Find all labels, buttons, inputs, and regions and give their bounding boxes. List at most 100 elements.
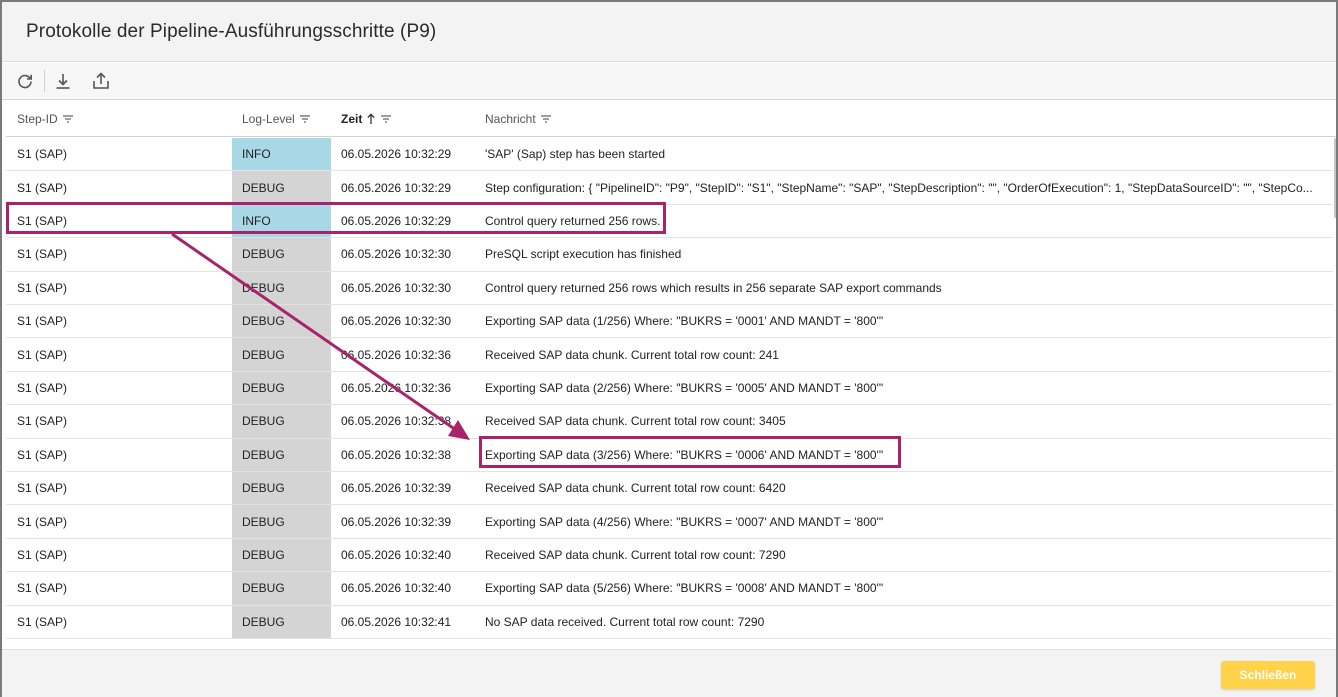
column-label-message: Nachricht bbox=[485, 112, 536, 126]
cell-message: Control query returned 256 rows which re… bbox=[485, 280, 942, 295]
table-row[interactable]: S1 (SAP) INFO 06.05.2026 10:32:29 'SAP' (Sa… bbox=[6, 138, 1333, 172]
download-icon bbox=[56, 74, 70, 89]
download-button[interactable] bbox=[48, 67, 78, 95]
cell-message: Exporting SAP data (4/256) Where: "BUKRS… bbox=[485, 514, 884, 529]
toolbar bbox=[2, 63, 1336, 100]
log-table: Step-ID Log-Level Zeit Nachricht S1 (SAP… bbox=[6, 101, 1336, 649]
cell-message: 'SAP' (Sap) step has been started bbox=[485, 147, 666, 162]
cell-log-level: INFO bbox=[232, 204, 331, 238]
cell-log-level: DEBUG bbox=[232, 505, 331, 538]
cell-time: 06.05.2026 10:32:40 bbox=[341, 547, 452, 562]
cell-message: PreSQL script execution has finished bbox=[485, 247, 682, 262]
cell-log-level: INFO bbox=[232, 138, 331, 171]
table-row[interactable]: S1 (SAP) DEBUG 06.05.2026 10:32:40 Exportin… bbox=[6, 572, 1333, 606]
cell-step-id: S1 (SAP) bbox=[17, 547, 68, 562]
cell-log-level: DEBUG bbox=[232, 572, 331, 605]
cell-message: Received SAP data chunk. Current total r… bbox=[485, 414, 786, 429]
table-row[interactable]: S1 (SAP) DEBUG 06.05.2026 10:32:30 Exportin… bbox=[6, 305, 1333, 339]
filter-icon[interactable] bbox=[299, 114, 311, 124]
cell-message: Step configuration: { "PipelineID": "P9"… bbox=[485, 180, 1313, 195]
cell-time: 06.05.2026 10:32:30 bbox=[341, 247, 452, 262]
column-header-time[interactable]: Zeit bbox=[341, 101, 392, 137]
filter-icon[interactable] bbox=[540, 114, 552, 124]
cell-log-level: DEBUG bbox=[232, 171, 331, 204]
table-row[interactable]: S1 (SAP) DEBUG 06.05.2026 10:32:30 PreSQL s… bbox=[6, 238, 1333, 272]
cell-log-level: DEBUG bbox=[232, 238, 331, 271]
export-icon bbox=[93, 72, 109, 89]
cell-step-id: S1 (SAP) bbox=[17, 280, 68, 295]
cell-step-id: S1 (SAP) bbox=[17, 447, 68, 462]
table-row[interactable]: S1 (SAP) DEBUG 06.05.2026 10:32:41 No SAP d… bbox=[6, 605, 1333, 639]
cell-log-level: DEBUG bbox=[232, 438, 331, 471]
table-row[interactable]: S1 (SAP) DEBUG 06.05.2026 10:32:29 Step con… bbox=[6, 171, 1333, 205]
cell-message: Received SAP data chunk. Current total r… bbox=[485, 347, 779, 362]
cell-time: 06.05.2026 10:32:36 bbox=[341, 380, 452, 395]
cell-step-id: S1 (SAP) bbox=[17, 414, 68, 429]
table-row[interactable]: S1 (SAP) INFO 06.05.2026 10:32:29 Control q… bbox=[6, 204, 1333, 239]
table-row[interactable]: S1 (SAP) DEBUG 06.05.2026 10:32:38 Received… bbox=[6, 405, 1333, 439]
cell-step-id: S1 (SAP) bbox=[17, 213, 68, 228]
vertical-scrollbar[interactable] bbox=[1334, 138, 1336, 648]
column-header-step-id[interactable]: Step-ID bbox=[17, 101, 74, 137]
cell-time: 06.05.2026 10:32:38 bbox=[341, 414, 452, 429]
close-button[interactable]: Schließen bbox=[1221, 661, 1315, 689]
table-row[interactable]: S1 (SAP) DEBUG 06.05.2026 10:32:40 Received… bbox=[6, 538, 1333, 573]
dialog-header: Protokolle der Pipeline-Ausführungsschri… bbox=[2, 2, 1336, 62]
table-row[interactable]: S1 (SAP) DEBUG 06.05.2026 10:32:39 Received… bbox=[6, 472, 1333, 506]
refresh-icon bbox=[18, 74, 32, 89]
cell-step-id: S1 (SAP) bbox=[17, 180, 68, 195]
column-label-time: Zeit bbox=[341, 112, 363, 126]
cell-step-id: S1 (SAP) bbox=[17, 481, 68, 496]
cell-time: 06.05.2026 10:32:40 bbox=[341, 581, 452, 596]
cell-step-id: S1 (SAP) bbox=[17, 614, 68, 629]
cell-step-id: S1 (SAP) bbox=[17, 581, 68, 596]
filter-icon[interactable] bbox=[380, 114, 392, 124]
dialog-footer: Schließen bbox=[2, 649, 1336, 697]
column-label-step-id: Step-ID bbox=[17, 112, 58, 126]
column-header-log-level[interactable]: Log-Level bbox=[242, 101, 311, 137]
cell-step-id: S1 (SAP) bbox=[17, 380, 68, 395]
table-header: Step-ID Log-Level Zeit Nachricht bbox=[6, 101, 1336, 137]
table-row[interactable]: S1 (SAP) DEBUG 06.05.2026 10:32:39 Exportin… bbox=[6, 505, 1333, 539]
cell-log-level: DEBUG bbox=[232, 371, 331, 405]
cell-time: 06.05.2026 10:32:41 bbox=[341, 614, 452, 629]
column-label-log-level: Log-Level bbox=[242, 112, 295, 126]
cell-log-level: DEBUG bbox=[232, 605, 331, 638]
sort-ascending-icon[interactable] bbox=[366, 113, 376, 125]
cell-time: 06.05.2026 10:32:29 bbox=[341, 147, 452, 162]
table-row[interactable]: S1 (SAP) DEBUG 06.05.2026 10:32:30 Control … bbox=[6, 271, 1333, 305]
cell-time: 06.05.2026 10:32:39 bbox=[341, 514, 452, 529]
cell-time: 06.05.2026 10:32:30 bbox=[341, 280, 452, 295]
cell-step-id: S1 (SAP) bbox=[17, 147, 68, 162]
column-header-message[interactable]: Nachricht bbox=[485, 101, 552, 137]
cell-message: Exporting SAP data (5/256) Where: "BUKRS… bbox=[485, 581, 884, 596]
cell-step-id: S1 (SAP) bbox=[17, 514, 68, 529]
scrollbar-thumb[interactable] bbox=[1334, 138, 1336, 218]
cell-step-id: S1 (SAP) bbox=[17, 247, 68, 262]
cell-message: Control query returned 256 rows. bbox=[485, 213, 661, 228]
cell-message: Received SAP data chunk. Current total r… bbox=[485, 481, 786, 496]
cell-step-id: S1 (SAP) bbox=[17, 314, 68, 329]
cell-time: 06.05.2026 10:32:38 bbox=[341, 447, 452, 462]
cell-time: 06.05.2026 10:32:30 bbox=[341, 314, 452, 329]
refresh-button[interactable] bbox=[10, 67, 40, 95]
dialog-title: Protokolle der Pipeline-Ausführungsschri… bbox=[26, 21, 437, 42]
cell-step-id: S1 (SAP) bbox=[17, 347, 68, 362]
table-row[interactable]: S1 (SAP) DEBUG 06.05.2026 10:32:36 Received… bbox=[6, 338, 1333, 372]
cell-log-level: DEBUG bbox=[232, 338, 331, 371]
cell-time: 06.05.2026 10:32:39 bbox=[341, 481, 452, 496]
cell-time: 06.05.2026 10:32:29 bbox=[341, 180, 452, 195]
log-dialog: Protokolle der Pipeline-Ausführungsschri… bbox=[0, 0, 1338, 697]
cell-log-level: DEBUG bbox=[232, 472, 331, 505]
export-button[interactable] bbox=[86, 67, 116, 95]
table-row[interactable]: S1 (SAP) DEBUG 06.05.2026 10:32:36 Exportin… bbox=[6, 371, 1333, 406]
cell-time: 06.05.2026 10:32:36 bbox=[341, 347, 452, 362]
cell-log-level: DEBUG bbox=[232, 305, 331, 338]
cell-message: Exporting SAP data (3/256) Where: "BUKRS… bbox=[485, 447, 884, 462]
cell-message: Exporting SAP data (1/256) Where: "BUKRS… bbox=[485, 314, 884, 329]
filter-icon[interactable] bbox=[62, 114, 74, 124]
table-row[interactable]: S1 (SAP) DEBUG 06.05.2026 10:32:38 Exportin… bbox=[6, 438, 1333, 472]
cell-message: No SAP data received. Current total row … bbox=[485, 614, 765, 629]
cell-log-level: DEBUG bbox=[232, 271, 331, 304]
toolbar-divider bbox=[44, 70, 45, 92]
